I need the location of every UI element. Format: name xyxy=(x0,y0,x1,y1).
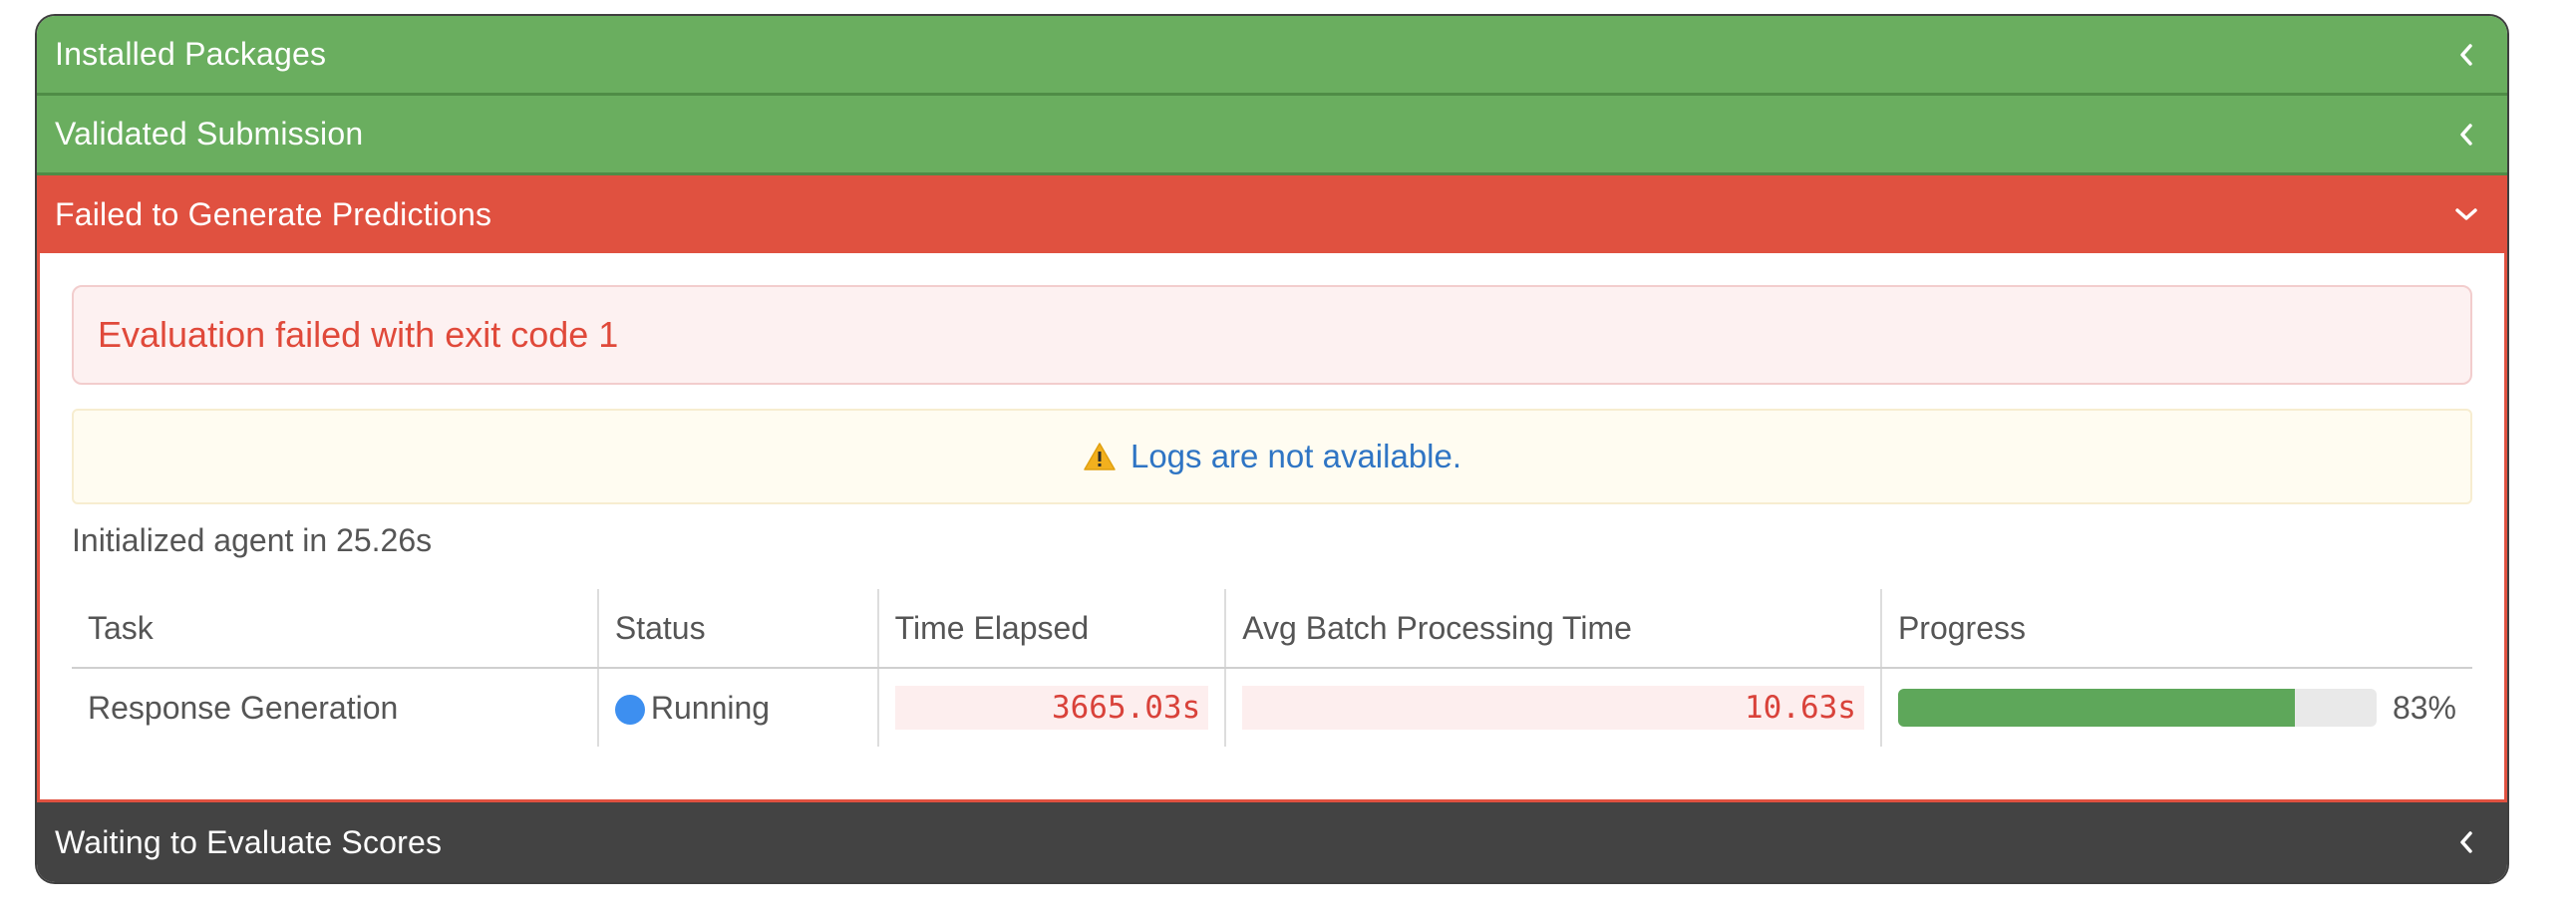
avg-batch-cell: 10.63s xyxy=(1225,668,1882,747)
logs-message: Logs are not available. xyxy=(1129,438,1462,474)
chevron-down-icon[interactable] xyxy=(2455,203,2477,225)
status-cell: Running xyxy=(597,668,879,747)
section-failed-predictions[interactable]: Failed to Generate Predictions xyxy=(37,175,2507,253)
section-waiting-scores[interactable]: Waiting to Evaluate Scores xyxy=(37,802,2507,882)
column-header-avg-batch: Avg Batch Processing Time xyxy=(1225,589,1882,669)
table-row: Response Generation Running 3665.03s 10.… xyxy=(72,668,2472,747)
column-header-progress: Progress xyxy=(1880,589,2472,669)
progress-bar xyxy=(1897,689,2377,727)
progress-percent: 83% xyxy=(2392,689,2456,726)
status-dot-icon xyxy=(614,695,645,726)
section-title: Installed Packages xyxy=(55,36,327,72)
section-installed-packages[interactable]: Installed Packages xyxy=(37,16,2507,96)
section-title: Waiting to Evaluate Scores xyxy=(55,823,443,860)
column-header-task: Task xyxy=(72,589,599,669)
avg-batch-value: 10.63s xyxy=(1242,686,1864,730)
warning-icon xyxy=(1083,442,1117,471)
chevron-left-icon[interactable] xyxy=(2455,123,2477,146)
column-header-time-elapsed: Time Elapsed xyxy=(877,589,1227,669)
column-header-status: Status xyxy=(597,589,879,669)
task-table: Task Status Time Elapsed Avg Batch Proce… xyxy=(72,589,2472,747)
progress-cell: 83% xyxy=(1881,668,2472,747)
time-elapsed-value: 3665.03s xyxy=(894,686,1209,730)
progress-accordion: Installed Packages Validated Submission … xyxy=(37,16,2507,882)
error-alert: Evaluation failed with exit code 1 xyxy=(72,285,2472,385)
error-message: Evaluation failed with exit code 1 xyxy=(98,314,619,355)
table-header-row: Task Status Time Elapsed Avg Batch Proce… xyxy=(72,589,2472,669)
time-elapsed-cell: 3665.03s xyxy=(877,668,1227,747)
progress-bar-fill xyxy=(1897,689,2296,727)
logs-warning-alert: Logs are not available. xyxy=(72,409,2472,504)
task-name: Response Generation xyxy=(72,668,599,747)
status-text: Running xyxy=(650,689,771,726)
section-title: Validated Submission xyxy=(55,116,364,152)
section-title: Failed to Generate Predictions xyxy=(55,195,492,232)
chevron-left-icon[interactable] xyxy=(2455,831,2477,853)
failed-section-body: Evaluation failed with exit code 1 Logs … xyxy=(37,253,2507,802)
chevron-left-icon[interactable] xyxy=(2455,43,2477,66)
section-validated-submission[interactable]: Validated Submission xyxy=(37,96,2507,175)
init-status-text: Initialized agent in 25.26s xyxy=(72,522,433,558)
